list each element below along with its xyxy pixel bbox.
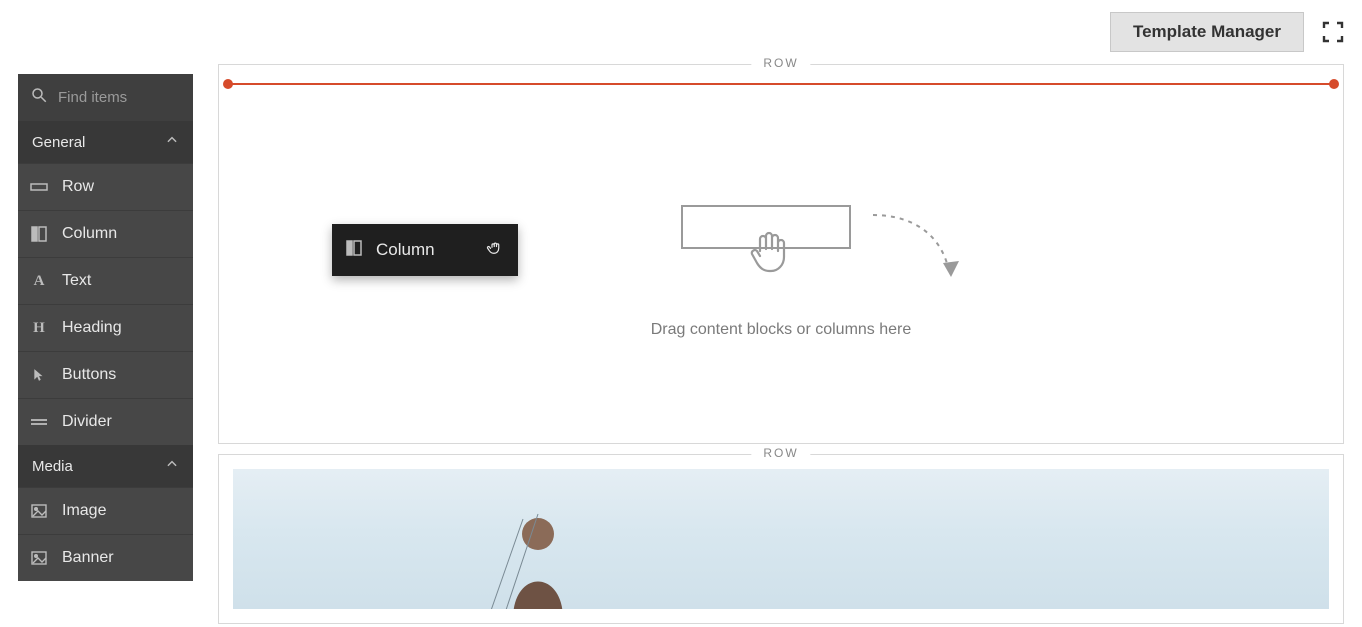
block-banner[interactable]: Banner bbox=[18, 534, 193, 581]
row-container-image[interactable]: ROW bbox=[218, 454, 1344, 624]
row-icon bbox=[30, 178, 48, 196]
banner-icon bbox=[30, 549, 48, 567]
block-label: Heading bbox=[62, 319, 122, 337]
banner-image[interactable] bbox=[233, 469, 1329, 609]
heading-icon: H bbox=[30, 319, 48, 337]
column-icon bbox=[30, 225, 48, 243]
row-container-empty[interactable]: ROW Drag content blocks or columns here bbox=[218, 64, 1344, 444]
template-manager-button[interactable]: Template Manager bbox=[1110, 12, 1304, 52]
section-header-general[interactable]: General bbox=[18, 121, 193, 163]
curved-arrow-icon bbox=[871, 213, 971, 298]
block-row[interactable]: Row bbox=[18, 163, 193, 210]
block-heading[interactable]: H Heading bbox=[18, 304, 193, 351]
sidebar-search[interactable] bbox=[18, 74, 193, 121]
grab-hand-icon bbox=[748, 227, 794, 282]
content-block-sidebar: General Row Column A Text H Heading Butt… bbox=[18, 74, 193, 581]
drop-zone-illustration bbox=[711, 205, 851, 282]
block-label: Divider bbox=[62, 413, 112, 431]
drop-hint-text: Drag content blocks or columns here bbox=[219, 321, 1343, 339]
block-label: Row bbox=[62, 178, 94, 196]
block-label: Banner bbox=[62, 549, 114, 567]
row-selection-indicator bbox=[227, 83, 1335, 85]
block-label: Buttons bbox=[62, 366, 116, 384]
block-label: Column bbox=[62, 225, 117, 243]
section-header-media[interactable]: Media bbox=[18, 445, 193, 487]
text-icon: A bbox=[30, 272, 48, 290]
block-text[interactable]: A Text bbox=[18, 257, 193, 304]
fullscreen-icon[interactable] bbox=[1322, 21, 1344, 43]
section-title: General bbox=[32, 134, 85, 151]
image-icon bbox=[30, 502, 48, 520]
cursor-icon bbox=[30, 366, 48, 384]
section-title: Media bbox=[32, 458, 73, 475]
block-label: Text bbox=[62, 272, 91, 290]
divider-icon bbox=[30, 413, 48, 431]
block-buttons[interactable]: Buttons bbox=[18, 351, 193, 398]
selection-handle-left[interactable] bbox=[223, 79, 233, 89]
row-label: ROW bbox=[751, 56, 810, 70]
block-divider[interactable]: Divider bbox=[18, 398, 193, 445]
chevron-up-icon bbox=[165, 457, 179, 475]
search-icon bbox=[30, 86, 48, 109]
block-column[interactable]: Column bbox=[18, 210, 193, 257]
page-builder-canvas[interactable]: ROW Drag content blocks or columns here … bbox=[218, 64, 1344, 627]
row-label: ROW bbox=[751, 446, 810, 460]
selection-handle-right[interactable] bbox=[1329, 79, 1339, 89]
chevron-up-icon bbox=[165, 133, 179, 151]
block-label: Image bbox=[62, 502, 106, 520]
block-image[interactable]: Image bbox=[18, 487, 193, 534]
